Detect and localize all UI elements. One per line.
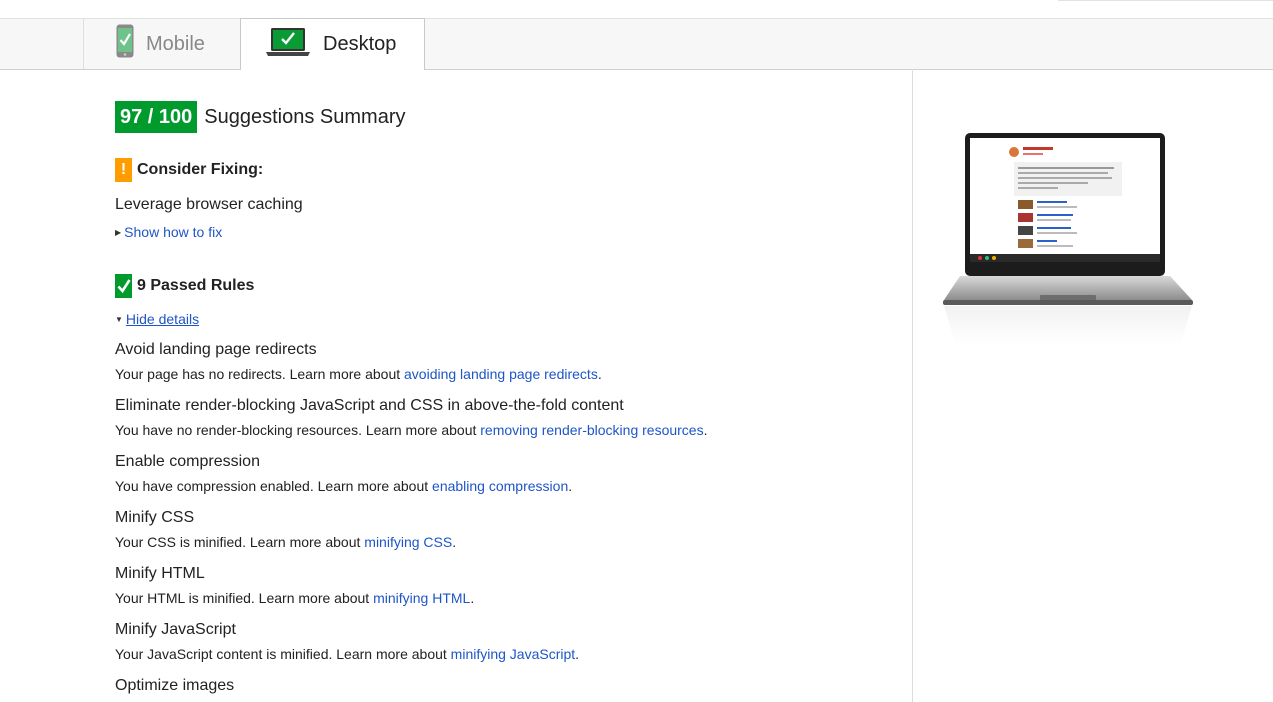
rule-description: Your CSS is minified. Learn more about m… — [115, 534, 456, 550]
tab-desktop[interactable]: Desktop — [240, 18, 425, 70]
rule-description-end: . — [470, 590, 475, 606]
page-title: Suggestions Summary — [204, 105, 406, 128]
triangle-down-icon: ▼ — [115, 314, 123, 324]
learn-more-link[interactable]: minifying HTML — [373, 590, 470, 606]
show-how-to-fix-toggle[interactable]: ▶ Show how to fix — [115, 224, 222, 240]
passed-rules-label: 9 Passed Rules — [137, 277, 255, 294]
learn-more-link[interactable]: minifying JavaScript — [451, 646, 576, 662]
laptop-check-icon — [265, 27, 311, 63]
passed-rules-heading: 9 Passed Rules — [115, 274, 254, 298]
rule-description-end: . — [575, 646, 580, 662]
rule-description-text: You have no render-blocking resources. L… — [115, 422, 481, 438]
rule-description: Your page has no redirects. Learn more a… — [115, 366, 602, 382]
score-badge: 97 / 100 — [115, 101, 198, 133]
consider-rule-name: Leverage browser caching — [115, 196, 303, 213]
top-edge-line — [1058, 0, 1273, 1]
rule-name: Optimize images — [115, 677, 235, 694]
hide-details-toggle[interactable]: ▼ Hide details — [115, 311, 199, 327]
tab-mobile[interactable]: Mobile — [83, 19, 241, 69]
column-divider — [912, 69, 913, 702]
rule-description-text: Your HTML is minified. Learn more about — [115, 590, 374, 606]
hide-details-link[interactable]: Hide details — [126, 311, 199, 327]
triangle-right-icon: ▶ — [115, 227, 122, 237]
learn-more-link[interactable]: removing render-blocking resources — [480, 422, 703, 438]
warning-icon: ! — [115, 158, 132, 182]
rule-name: Enable compression — [115, 453, 260, 470]
rule-name: Minify CSS — [115, 509, 195, 526]
rule-description: Your HTML is minified. Learn more about … — [115, 590, 474, 606]
rule-description-text: Your JavaScript content is minified. Lea… — [115, 646, 451, 662]
device-tab-bar: Mobile Desktop — [0, 18, 1273, 70]
desktop-preview-screenshot — [940, 130, 1196, 350]
learn-more-link[interactable]: minifying CSS — [364, 534, 452, 550]
rule-description: You have compression enabled. Learn more… — [115, 478, 572, 494]
rule-description-end: . — [452, 534, 457, 550]
rule-name: Minify HTML — [115, 565, 205, 582]
rule-description: You have no render-blocking resources. L… — [115, 422, 707, 438]
rule-name: Eliminate render-blocking JavaScript and… — [115, 397, 624, 414]
tab-desktop-label: Desktop — [323, 33, 397, 55]
rule-description-end: . — [568, 478, 573, 494]
consider-fixing-label: Consider Fixing: — [137, 161, 264, 178]
mobile-phone-check-icon — [116, 24, 134, 64]
rule-description-end: . — [597, 366, 602, 382]
rule-name: Minify JavaScript — [115, 621, 236, 638]
learn-more-link[interactable]: enabling compression — [432, 478, 568, 494]
rule-description: Your JavaScript content is minified. Lea… — [115, 646, 579, 662]
score-header: 97 / 100 Suggestions Summary — [115, 101, 406, 133]
rule-description-text: Your page has no redirects. Learn more a… — [115, 366, 405, 382]
rule-name: Avoid landing page redirects — [115, 341, 317, 358]
rule-description-end: . — [703, 422, 708, 438]
rule-description-text: You have compression enabled. Learn more… — [115, 478, 433, 494]
show-how-to-fix-link[interactable]: Show how to fix — [124, 224, 222, 240]
tab-mobile-label: Mobile — [146, 32, 205, 55]
consider-fixing-heading: ! Consider Fixing: — [115, 158, 263, 182]
learn-more-link[interactable]: avoiding landing page redirects — [404, 366, 598, 382]
rule-description-text: Your CSS is minified. Learn more about — [115, 534, 365, 550]
check-icon — [115, 274, 132, 298]
